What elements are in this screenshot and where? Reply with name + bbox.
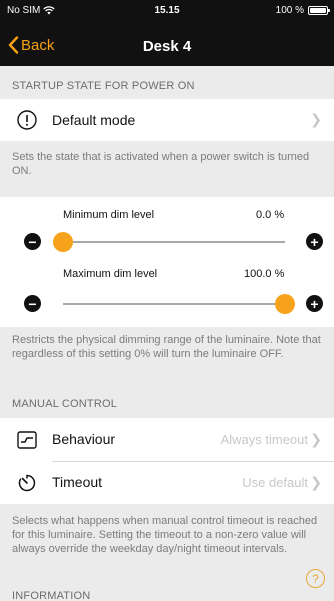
- timeout-value: Use default: [242, 475, 308, 490]
- top-bar: No SIM 15.15 100 % Back Desk 4: [0, 0, 334, 66]
- startup-footer: Sets the state that is activated when a …: [12, 151, 310, 177]
- info-circle-icon: [17, 110, 37, 130]
- behaviour-value: Always timeout: [220, 432, 308, 447]
- status-bar: No SIM 15.15 100 %: [0, 0, 334, 22]
- manual-control-footer: Selects what happens when manual control…: [12, 515, 318, 555]
- min-increase-button[interactable]: +: [306, 233, 323, 250]
- behaviour-chart-icon: [17, 431, 37, 449]
- chevron-right-icon: ❯: [310, 111, 322, 127]
- dim-level-panel: Minimum dim level 0.0 % − + Maximum dim …: [0, 197, 334, 327]
- help-label: ?: [312, 571, 319, 586]
- dim-footer: Restricts the physical dimming range of …: [12, 334, 321, 360]
- navigation-bar: Back Desk 4: [0, 32, 334, 60]
- manual-control-group: Behaviour Always timeout ❯ Timeout Use d…: [0, 418, 334, 504]
- min-dim-value: 0.0 %: [256, 209, 285, 221]
- min-dim-slider-track[interactable]: [53, 232, 285, 252]
- section-header-information: INFORMATION: [12, 590, 91, 601]
- timeout-row[interactable]: Timeout Use default ❯: [0, 461, 334, 504]
- page-title: Desk 4: [142, 38, 192, 55]
- max-increase-button[interactable]: +: [306, 295, 323, 312]
- chevron-right-icon: ❯: [310, 474, 322, 490]
- section-header-manual-control: MANUAL CONTROL: [12, 398, 118, 410]
- help-button[interactable]: ?: [306, 569, 325, 588]
- battery-indicator: 100 %: [275, 5, 330, 16]
- max-dim-slider-track[interactable]: [63, 294, 295, 314]
- section-header-startup: STARTUP STATE FOR POWER ON: [12, 80, 195, 92]
- default-mode-label: Default mode: [52, 112, 136, 128]
- timeout-label: Timeout: [52, 474, 103, 490]
- max-dim-slider-thumb[interactable]: [275, 294, 295, 314]
- battery-fill: [310, 8, 326, 13]
- behaviour-label: Behaviour: [52, 431, 116, 447]
- min-dim-label: Minimum dim level: [63, 209, 155, 221]
- max-dim-value: 100.0 %: [244, 268, 285, 280]
- default-mode-row[interactable]: Default mode ❯: [0, 99, 334, 141]
- battery-label: 100 %: [275, 5, 304, 16]
- battery-icon: [308, 6, 330, 15]
- timer-icon: [18, 474, 36, 492]
- behaviour-row[interactable]: Behaviour Always timeout ❯: [0, 418, 334, 461]
- max-decrease-button[interactable]: −: [24, 295, 41, 312]
- chevron-right-icon: ❯: [310, 431, 322, 447]
- min-decrease-button[interactable]: −: [24, 233, 41, 250]
- min-dim-slider-thumb[interactable]: [53, 232, 73, 252]
- max-dim-label: Maximum dim level: [63, 268, 158, 280]
